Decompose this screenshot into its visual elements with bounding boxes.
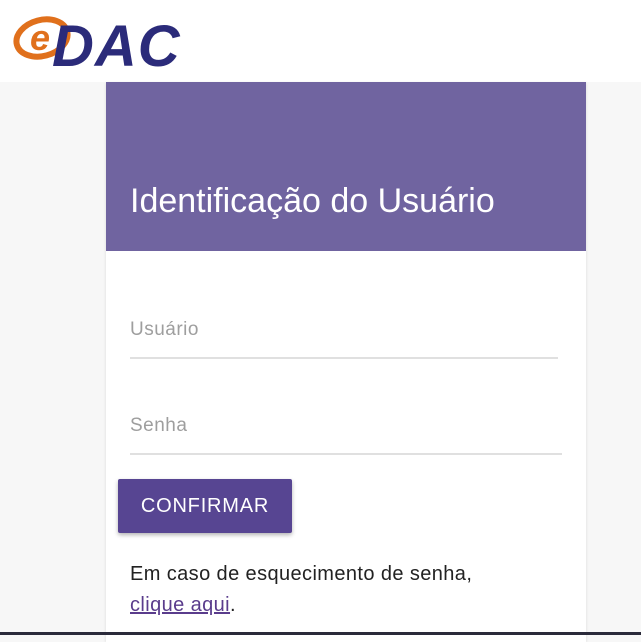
login-card: Identificação do Usuário CONFIRMAR Em ca… xyxy=(106,82,586,642)
help-text: Em caso de esquecimento de senha, xyxy=(130,563,473,585)
forgot-password-text: Em caso de esquecimento de senha, clique… xyxy=(130,559,570,621)
password-input[interactable] xyxy=(130,406,562,446)
card-header: Identificação do Usuário xyxy=(106,82,586,251)
edac-logo: e DAC xyxy=(12,8,222,78)
username-input[interactable] xyxy=(130,310,558,350)
username-field xyxy=(130,310,558,359)
logo-text: DAC xyxy=(52,14,181,79)
svg-text:e: e xyxy=(30,17,50,58)
username-underline xyxy=(130,357,558,359)
top-header: e DAC xyxy=(0,0,641,82)
password-field xyxy=(130,406,562,455)
confirm-button[interactable]: CONFIRMAR xyxy=(118,479,292,533)
forgot-password-link[interactable]: clique aqui xyxy=(130,594,230,616)
page-title: Identificação do Usuário xyxy=(130,182,495,220)
password-underline xyxy=(130,453,562,455)
help-period: . xyxy=(230,594,236,616)
